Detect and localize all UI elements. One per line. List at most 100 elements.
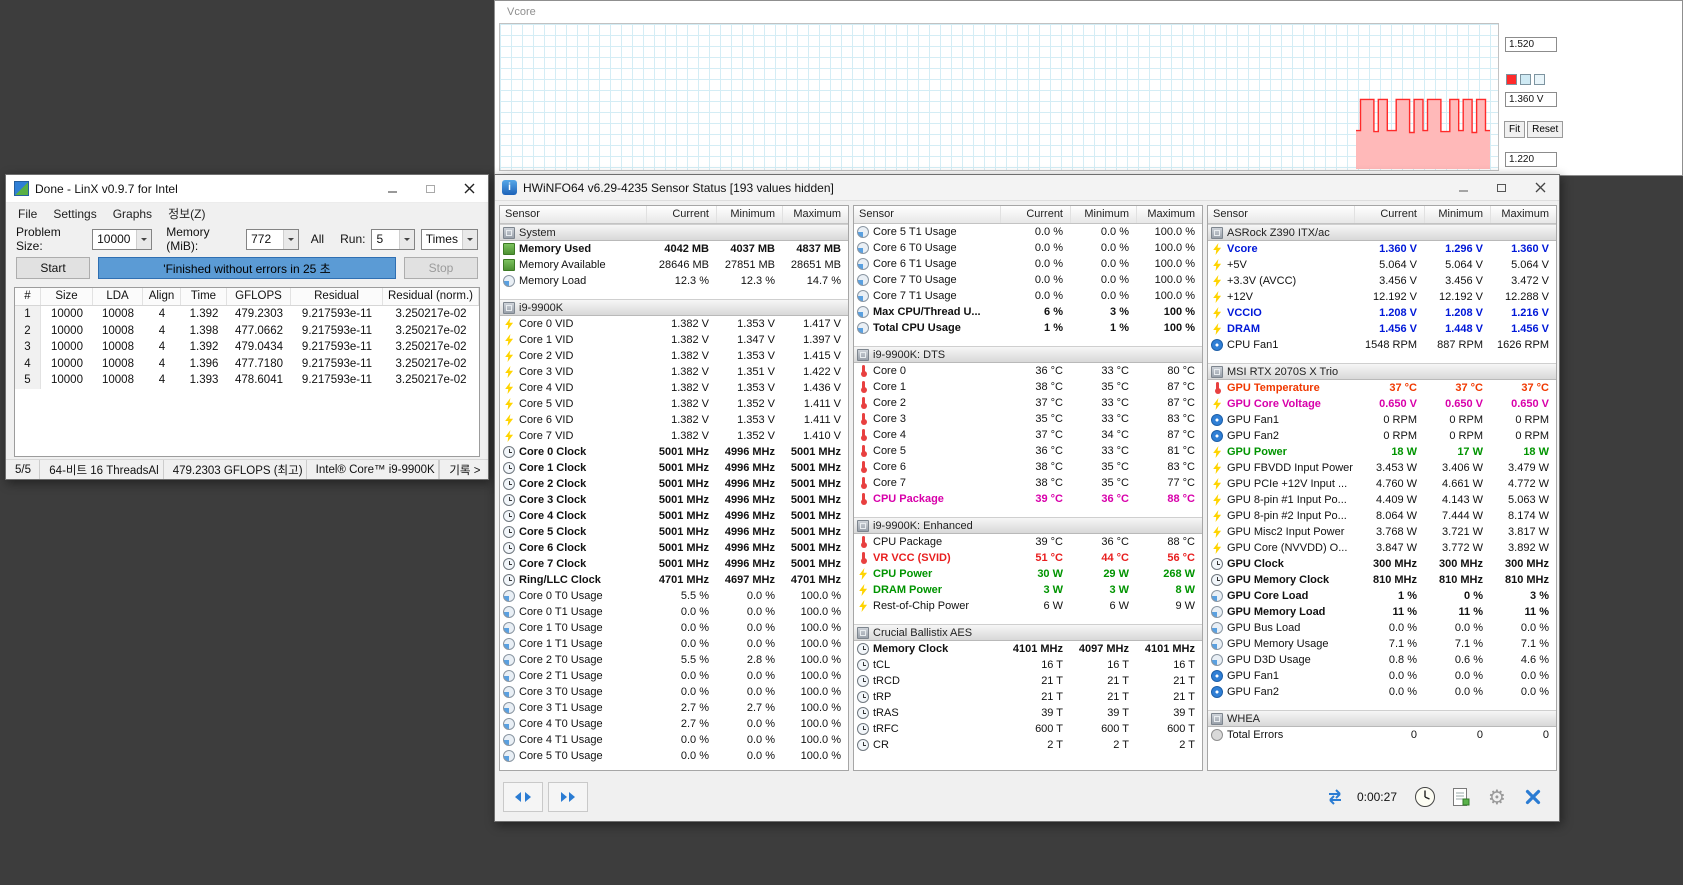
problem-size-select[interactable]: 10000 xyxy=(92,228,153,250)
column-header[interactable]: Maximum xyxy=(1490,206,1556,223)
sensor-group-header[interactable]: i9-9900K xyxy=(500,299,848,316)
sensor-row[interactable]: GPU Core Voltage 0.650 V 0.650 V 0.650 V xyxy=(1208,396,1556,412)
sensor-row[interactable]: Core 3 Clock 5001 MHz 4996 MHz 5001 MHz xyxy=(500,492,848,508)
sensor-row[interactable]: Core 3 VID 1.382 V 1.351 V 1.422 V xyxy=(500,364,848,380)
sensor-row[interactable]: Core 6 T0 Usage 0.0 % 0.0 % 100.0 % xyxy=(854,240,1202,256)
sensor-row[interactable]: Core 3 35 °C 33 °C 83 °C xyxy=(854,411,1202,427)
sensor-row[interactable]: Core 4 T0 Usage 2.7 % 0.0 % 100.0 % xyxy=(500,716,848,732)
column-header[interactable]: Current xyxy=(1000,206,1070,223)
maximize-icon[interactable] xyxy=(1483,175,1521,200)
sensor-row[interactable]: GPU Clock 300 MHz 300 MHz 300 MHz xyxy=(1208,556,1556,572)
sensor-row[interactable]: GPU Temperature 37 °C 37 °C 37 °C xyxy=(1208,380,1556,396)
column-header[interactable]: Maximum xyxy=(782,206,848,223)
fit-button[interactable]: Fit xyxy=(1504,121,1526,138)
sensor-row[interactable]: Rest-of-Chip Power 6 W 6 W 9 W xyxy=(854,598,1202,614)
sensor-row[interactable]: tRFC 600 T 600 T 600 T xyxy=(854,721,1202,737)
result-row[interactable]: 2 10000 10008 4 1.398 477.0662 9.217593e-11 3.2… xyxy=(15,322,479,339)
log-button[interactable]: 기록 > xyxy=(439,460,488,479)
sensor-row[interactable]: Core 0 Clock 5001 MHz 4996 MHz 5001 MHz xyxy=(500,444,848,460)
column-header[interactable]: Current xyxy=(646,206,716,223)
sensor-group-header[interactable]: Crucial Ballistix AES xyxy=(854,624,1202,641)
sensor-row[interactable]: CPU Package 39 °C 36 °C 88 °C xyxy=(854,491,1202,507)
sensor-group-header[interactable]: System xyxy=(500,224,848,241)
column-header[interactable]: Maximum xyxy=(1136,206,1202,223)
menu-item[interactable]: Settings xyxy=(45,205,104,223)
sensor-row[interactable]: Core 5 VID 1.382 V 1.352 V 1.411 V xyxy=(500,396,848,412)
start-button[interactable]: Start xyxy=(16,257,90,279)
sensor-row[interactable]: Core 4 Clock 5001 MHz 4996 MHz 5001 MHz xyxy=(500,508,848,524)
result-row[interactable]: 1 10000 10008 4 1.392 479.2303 9.217593e-11 3.2… xyxy=(15,306,479,323)
column-header[interactable]: Residual xyxy=(291,288,383,305)
hwinfo-titlebar[interactable]: i HWiNFO64 v6.29-4235 Sensor Status [193… xyxy=(495,175,1559,201)
sensor-row[interactable]: Core 6 Clock 5001 MHz 4996 MHz 5001 MHz xyxy=(500,540,848,556)
sensor-row[interactable]: Core 5 Clock 5001 MHz 4996 MHz 5001 MHz xyxy=(500,524,848,540)
column-header[interactable]: Size xyxy=(41,288,93,305)
arrows-double-right-button[interactable] xyxy=(548,782,588,812)
sensor-row[interactable]: Core 1 T1 Usage 0.0 % 0.0 % 100.0 % xyxy=(500,636,848,652)
sensor-row[interactable]: GPU Fan1 0 RPM 0 RPM 0 RPM xyxy=(1208,412,1556,428)
report-button[interactable] xyxy=(1443,781,1479,813)
sensor-row[interactable]: CPU Fan1 1548 RPM 887 RPM 1626 RPM xyxy=(1208,337,1556,353)
column-header[interactable]: LDA xyxy=(93,288,143,305)
sensor-row[interactable]: Core 6 T1 Usage 0.0 % 0.0 % 100.0 % xyxy=(854,256,1202,272)
sensor-row[interactable]: CR 2 T 2 T 2 T xyxy=(854,737,1202,753)
sensor-row[interactable]: Core 4 37 °C 34 °C 87 °C xyxy=(854,427,1202,443)
sensor-row[interactable]: Core 7 T1 Usage 0.0 % 0.0 % 100.0 % xyxy=(854,288,1202,304)
sensor-row[interactable]: CPU Power 30 W 29 W 268 W xyxy=(854,566,1202,582)
sensor-row[interactable]: DRAM 1.456 V 1.448 V 1.456 V xyxy=(1208,321,1556,337)
menu-item[interactable]: Graphs xyxy=(105,205,160,223)
sensor-row[interactable]: CPU Package 39 °C 36 °C 88 °C xyxy=(854,534,1202,550)
sensor-row[interactable]: DRAM Power 3 W 3 W 8 W xyxy=(854,582,1202,598)
sensor-row[interactable]: +12V 12.192 V 12.192 V 12.288 V xyxy=(1208,289,1556,305)
sensor-row[interactable]: tRCD 21 T 21 T 21 T xyxy=(854,673,1202,689)
column-header[interactable]: Minimum xyxy=(1424,206,1490,223)
menu-item[interactable]: 정보(Z) xyxy=(160,203,213,224)
sensor-row[interactable]: Core 7 Clock 5001 MHz 4996 MHz 5001 MHz xyxy=(500,556,848,572)
sensor-row[interactable]: Core 5 T0 Usage 0.0 % 0.0 % 100.0 % xyxy=(500,748,848,764)
sensor-row[interactable]: Core 6 VID 1.382 V 1.353 V 1.411 V xyxy=(500,412,848,428)
sensor-row[interactable]: Memory Load 12.3 % 12.3 % 14.7 % xyxy=(500,273,848,289)
sensor-row[interactable]: Core 3 T0 Usage 0.0 % 0.0 % 100.0 % xyxy=(500,684,848,700)
sensor-group-header[interactable]: ASRock Z390 ITX/ac xyxy=(1208,224,1556,241)
sensor-row[interactable]: GPU Memory Load 11 % 11 % 11 % xyxy=(1208,604,1556,620)
column-header[interactable]: Current xyxy=(1354,206,1424,223)
sensor-row[interactable]: GPU 8-pin #2 Input Po... 8.064 W 7.444 W 8.… xyxy=(1208,508,1556,524)
sensor-row[interactable]: Total CPU Usage 1 % 1 % 100 % xyxy=(854,320,1202,336)
sensor-row[interactable]: Core 0 VID 1.382 V 1.353 V 1.417 V xyxy=(500,316,848,332)
maximize-icon[interactable] xyxy=(412,175,450,202)
column-header[interactable]: # xyxy=(15,288,41,305)
sensor-row[interactable]: GPU PCIe +12V Input ... 4.760 W 4.661 W 4.7… xyxy=(1208,476,1556,492)
result-row[interactable]: 3 10000 10008 4 1.392 479.0434 9.217593e-11 3.2… xyxy=(15,339,479,356)
column-header[interactable]: GFLOPS xyxy=(227,288,291,305)
sensor-group-header[interactable]: WHEA xyxy=(1208,710,1556,727)
close-sensors-button[interactable] xyxy=(1515,781,1551,813)
sensor-row[interactable]: GPU 8-pin #1 Input Po... 4.409 W 4.143 W 5.… xyxy=(1208,492,1556,508)
memory-select[interactable]: 772 xyxy=(246,228,299,250)
sensor-row[interactable]: Core 2 37 °C 33 °C 87 °C xyxy=(854,395,1202,411)
sensor-row[interactable]: tRP 21 T 21 T 21 T xyxy=(854,689,1202,705)
sensor-row[interactable]: Core 0 36 °C 33 °C 80 °C xyxy=(854,363,1202,379)
sensor-row[interactable]: Core 1 T0 Usage 0.0 % 0.0 % 100.0 % xyxy=(500,620,848,636)
sensor-group-header[interactable]: MSI RTX 2070S X Trio xyxy=(1208,363,1556,380)
run-unit-select[interactable]: Times xyxy=(420,228,478,250)
sensor-row[interactable]: tRAS 39 T 39 T 39 T xyxy=(854,705,1202,721)
sensor-row[interactable]: GPU Core (NVVDD) O... 3.847 W 3.772 W 3.892… xyxy=(1208,540,1556,556)
sensor-row[interactable]: Core 7 38 °C 35 °C 77 °C xyxy=(854,475,1202,491)
column-header[interactable]: Sensor xyxy=(500,206,646,223)
sensor-row[interactable]: Memory Clock 4101 MHz 4097 MHz 4101 MHz xyxy=(854,641,1202,657)
column-header[interactable]: Minimum xyxy=(716,206,782,223)
sensor-row[interactable]: GPU Bus Load 0.0 % 0.0 % 0.0 % xyxy=(1208,620,1556,636)
sensor-row[interactable]: Core 2 VID 1.382 V 1.353 V 1.415 V xyxy=(500,348,848,364)
sensor-row[interactable]: Core 2 T1 Usage 0.0 % 0.0 % 100.0 % xyxy=(500,668,848,684)
sensor-row[interactable]: GPU Power 18 W 17 W 18 W xyxy=(1208,444,1556,460)
sensor-row[interactable]: Core 0 T1 Usage 0.0 % 0.0 % 100.0 % xyxy=(500,604,848,620)
sensor-row[interactable]: GPU Fan2 0 RPM 0 RPM 0 RPM xyxy=(1208,428,1556,444)
sensor-row[interactable]: VCCIO 1.208 V 1.208 V 1.216 V xyxy=(1208,305,1556,321)
result-row[interactable]: 5 10000 10008 4 1.393 478.6041 9.217593e-11 3.2… xyxy=(15,372,479,389)
run-count-select[interactable]: 5 xyxy=(371,228,415,250)
sensor-row[interactable]: GPU Fan2 0.0 % 0.0 % 0.0 % xyxy=(1208,684,1556,700)
column-header[interactable]: Time xyxy=(181,288,227,305)
sensor-row[interactable]: Core 7 T0 Usage 0.0 % 0.0 % 100.0 % xyxy=(854,272,1202,288)
clock-button[interactable] xyxy=(1407,781,1443,813)
close-icon[interactable] xyxy=(1521,175,1559,200)
